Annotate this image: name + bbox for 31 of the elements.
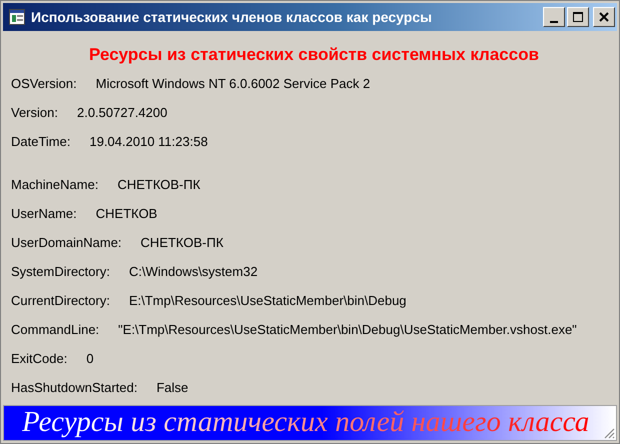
field-label: UserName: — [11, 206, 77, 221]
field-label: CurrentDirectory: — [11, 293, 110, 308]
minimize-icon — [550, 20, 558, 22]
field-label: DateTime: — [11, 134, 70, 149]
field-value: E:\Tmp\Resources\UseStaticMember\bin\Debug — [128, 293, 406, 308]
field-value: C:\Windows\system32 — [128, 264, 258, 279]
field-label: SystemDirectory: — [11, 264, 110, 279]
field-value: СНЕТКОВ-ПК — [117, 177, 200, 192]
field-value: False — [156, 380, 188, 395]
field-label: CommandLine: — [11, 322, 100, 337]
field-value: СНЕТКОВ — [96, 206, 158, 221]
resize-grip-icon — [603, 427, 615, 439]
field-label: OSVersion: — [11, 76, 77, 91]
minimize-button[interactable] — [543, 7, 565, 27]
field-value: Microsoft Windows NT 6.0.6002 Service Pack 2 — [96, 76, 370, 91]
field-value: "E:\Tmp\Resources\UseStaticMember\bin\Debug\UseStaticMember.vshost.exe" — [118, 322, 577, 337]
field-label: Version: — [11, 105, 58, 120]
heading: Ресурсы из статических свойств системных классов — [88, 45, 540, 65]
field-value: 19.04.2010 11:23:58 — [89, 134, 208, 149]
window-title: Использование статических членов классов как ресурсы — [31, 9, 433, 25]
field-label: ExitCode: — [11, 351, 68, 366]
field-label: HasShutdownStarted: — [11, 380, 138, 395]
window-icon — [9, 9, 25, 25]
field-value: СНЕТКОВ-ПК — [140, 235, 224, 250]
field-value: 2.0.50727.4200 — [76, 105, 168, 120]
field-value: 0 — [86, 351, 94, 366]
maximize-button[interactable] — [567, 7, 589, 27]
field-label: MachineName: — [11, 177, 98, 192]
field-label: UserDomainName: — [11, 235, 122, 250]
maximize-icon — [570, 10, 586, 24]
close-button[interactable] — [593, 7, 615, 27]
